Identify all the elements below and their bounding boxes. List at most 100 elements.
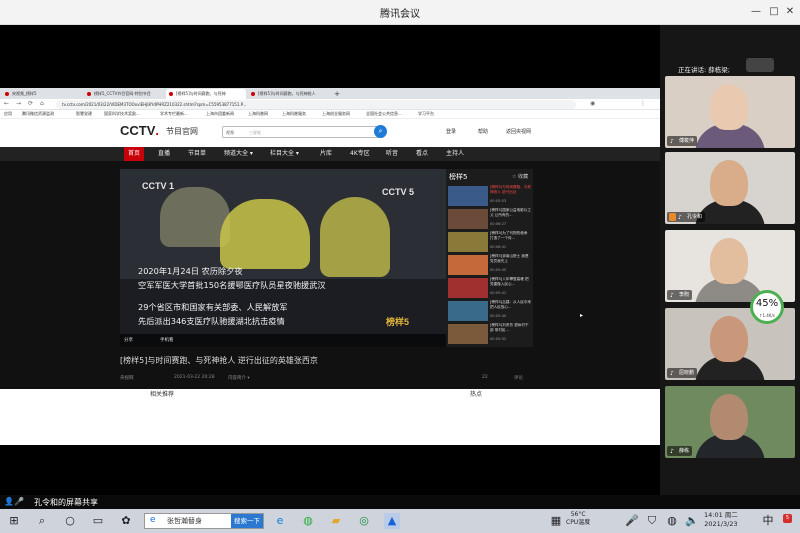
bookmark-item[interactable]: 全国社会公共信息... — [366, 111, 402, 117]
search-type-select[interactable]: 视频 — [226, 128, 234, 138]
participant-video-tile[interactable]: ♪ 李煦 — [665, 230, 795, 302]
taskbar: ⊞ ⌕ ○ ▭ ✿ e 张哲瀚替身 搜索一下 e ◍ ▰ ◎ ▲ ▦ 🎤 ⛉ ◍… — [0, 509, 800, 533]
bookmark-item[interactable]: 腾讯微信资源监测 — [22, 111, 54, 117]
search-icon[interactable]: ⌕ — [34, 513, 50, 529]
playlist-item[interactable]: [榜样5]与时间赛跑、与死神抢人 逆行出征 00:05:53 — [448, 185, 532, 208]
playlist-item[interactable]: [榜样5]刘贵芳 退休村干部 带村民... 00:05:32 — [448, 323, 532, 346]
channel-watermark: CCTV 5 — [382, 187, 415, 197]
site-search-input[interactable]: 视频 三星堆 — [222, 126, 382, 138]
back-to-cctv-link[interactable]: 返回央视网 — [506, 128, 531, 135]
playlist-sidebar: 榜样5 ☆ 收藏 [榜样5]与时间赛跑、与死神抢人 逆行出征 00:05:53 [榜… — [446, 169, 533, 347]
nav-item[interactable]: 直播 — [154, 147, 174, 161]
browser-tab[interactable]: [榜样5]与时间赛跑，与死神抢人 — [248, 89, 328, 99]
section-heading: 热点 — [470, 391, 483, 398]
share-button[interactable]: 分享 — [124, 337, 133, 343]
bookmark-item[interactable]: 上海科普服务 — [282, 111, 306, 117]
forward-icon[interactable]: → — [16, 100, 21, 107]
video-thumbnail — [448, 278, 488, 298]
nav-item[interactable]: 看点 — [412, 147, 432, 161]
close-icon[interactable]: ✕ — [782, 4, 798, 20]
playlist-item-duration: 00:05:45 — [490, 268, 507, 272]
back-icon[interactable]: ← — [4, 100, 9, 107]
network-status-badge[interactable]: 45% ↑1.4K/s — [750, 290, 784, 324]
cctv-logo[interactable]: CCTV. — [120, 123, 159, 138]
bookmark-item[interactable]: 上海市团委新闻 — [206, 111, 234, 117]
pinwheel-app-icon[interactable]: ✿ — [118, 513, 134, 529]
like-count[interactable]: 22 — [482, 375, 488, 380]
nav-item[interactable]: 听音 — [382, 147, 402, 161]
tencent-meeting-icon[interactable]: ▲ — [384, 513, 400, 529]
browser-tab[interactable]: 榜样5_CCTV节目官网-特别节目 — [84, 89, 164, 99]
file-explorer-icon[interactable]: ▰ — [328, 513, 344, 529]
browser-tabbar: 央视频_榜样5 榜样5_CCTV节目官网-特别节目 [榜样5]与时间赛跑、与死神… — [0, 88, 660, 99]
mic-icon: ♪ — [670, 370, 674, 377]
maximize-icon[interactable]: □ — [766, 4, 782, 20]
nav-item[interactable]: 栏目大全 ▾ — [266, 147, 303, 161]
mic-icon[interactable]: 🎤 — [624, 513, 640, 529]
video-player[interactable]: CCTV 1 CCTV 5 榜样5 2020年1月24日 农历除夕夜 空军军医大… — [120, 169, 446, 347]
video-thumbnail — [448, 232, 488, 252]
menu-icon[interactable]: ⋮ — [640, 100, 646, 107]
participant-video-tile[interactable]: ♪ 孔令和 — [665, 152, 795, 224]
nav-item-home[interactable]: 首页 — [124, 147, 145, 161]
extension-icon[interactable]: ◉ — [590, 100, 595, 107]
shield-icon[interactable]: ⛉ — [644, 513, 660, 529]
bookmark-item[interactable]: 学习平台 — [418, 111, 434, 117]
reload-icon[interactable]: ⟳ — [28, 100, 33, 107]
participant-name: 李煦 — [679, 292, 690, 298]
window-titlebar: 腾讯会议 — □ ✕ — [0, 0, 800, 25]
playlist-fav-button[interactable]: ☆ 收藏 — [512, 173, 528, 180]
url-field[interactable]: tv.cctv.com/2021/03/22/VIDEM3TOOxvlEHjI8… — [56, 100, 576, 109]
video-thumbnail — [448, 186, 488, 206]
edge-icon[interactable]: e — [272, 513, 288, 529]
nav-item[interactable]: 主持人 — [442, 147, 468, 161]
wechat-icon[interactable]: ◍ — [300, 513, 316, 529]
taskbar-search-text: 张哲瀚替身 — [167, 517, 202, 525]
bookmark-item[interactable]: 学术专栏最新... — [160, 111, 188, 117]
bookmark-item[interactable]: 国家科学技术奖励... — [104, 111, 140, 117]
notification-badge[interactable]: 5 — [783, 514, 792, 523]
playlist-title: 榜样5 — [449, 173, 468, 181]
network-speed: ↑1.4K/s — [759, 313, 775, 318]
participant-face — [710, 316, 748, 362]
browser-tab[interactable]: 央视频_榜样5 — [2, 89, 82, 99]
volume-icon[interactable]: 🔈 — [684, 513, 700, 529]
bookmark-item[interactable]: 应用 — [4, 111, 12, 117]
new-tab-icon[interactable]: + — [332, 89, 342, 99]
nav-item[interactable]: 频道大全 ▾ — [220, 147, 257, 161]
taskbar-search-box[interactable]: e 张哲瀚替身 搜索一下 — [144, 513, 264, 529]
cortana-icon[interactable]: ○ — [62, 513, 78, 529]
playlist-item[interactable]: [榜样5]国家公益电影片之父 让所有的... 00:06:27 — [448, 208, 532, 231]
playlist-item[interactable]: [榜样5]八年攀登高峰 把党建做入民心... 00:05:41 — [448, 277, 532, 300]
mobile-view-button[interactable]: 手机看 — [160, 337, 174, 343]
participant-video-tile[interactable]: ♪ 傅筱萍 — [665, 76, 795, 148]
chrome-icon[interactable]: ◎ — [356, 513, 372, 529]
host-icon — [669, 213, 676, 221]
intro-toggle[interactable]: 内容简介 ▾ — [228, 375, 250, 381]
help-link[interactable]: 帮助 — [478, 128, 488, 135]
bookmark-item[interactable]: 上海科普网 — [248, 111, 268, 117]
home-icon[interactable]: ⌂ — [40, 100, 44, 107]
ime-icon[interactable]: 中 — [760, 513, 776, 529]
comment-link[interactable]: 评论 — [514, 375, 523, 381]
minimize-icon[interactable]: — — [748, 4, 764, 20]
nav-item[interactable]: 片库 — [316, 147, 336, 161]
playlist-item[interactable]: [榜样5]钟南山院士 我是党员我先上 00:05:45 — [448, 254, 532, 277]
bookmark-item[interactable]: 智慧党建 — [76, 111, 92, 117]
playlist-item-duration: 00:06:41 — [490, 245, 507, 249]
browser-tab-active[interactable]: [榜样5]与时间赛跑、与死神 — [166, 89, 246, 99]
taskbar-search-button[interactable]: 搜索一下 — [231, 514, 263, 528]
mic-icon: ♪ — [670, 138, 674, 145]
nav-item[interactable]: 4K专区 — [346, 147, 374, 161]
search-icon[interactable]: ⌕ — [374, 125, 387, 138]
bookmark-item[interactable]: 上海创业服务网 — [322, 111, 350, 117]
playlist-item[interactable]: [榜样5]为了刊物的使命 打造了一个传... 00:06:41 — [448, 231, 532, 254]
wechat-tray-icon[interactable]: ◍ — [664, 513, 680, 529]
nav-item[interactable]: 节目单 — [184, 147, 210, 161]
login-link[interactable]: 登录 — [446, 128, 456, 135]
participant-video-tile[interactable]: ♪ 薛栋 — [665, 386, 795, 458]
playlist-item[interactable]: [榜样5]吕建：从人民中来 把人民放心... 00:05:40 — [448, 300, 532, 323]
windows-start-icon[interactable]: ⊞ — [6, 513, 22, 529]
taskbar-clock[interactable]: 14:01 周二 2021/3/23 — [704, 511, 738, 529]
task-view-icon[interactable]: ▭ — [90, 513, 106, 529]
